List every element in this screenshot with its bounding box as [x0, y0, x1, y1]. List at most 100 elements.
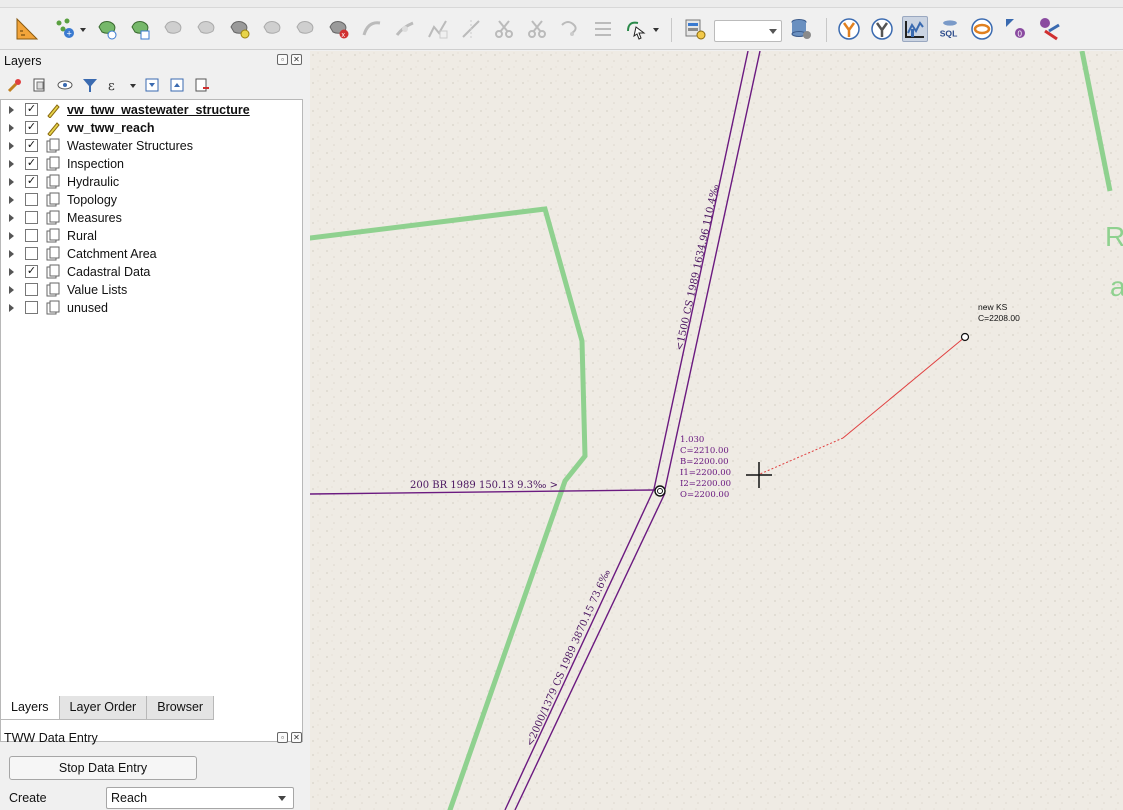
- measure-ruler-icon[interactable]: [14, 16, 40, 42]
- eye-visibility-icon[interactable]: [54, 75, 75, 96]
- layer-row-catchment-area[interactable]: Catchment Area: [1, 245, 302, 263]
- layer-row-hydraulic[interactable]: ✓ Hydraulic: [1, 173, 302, 191]
- layer-checkbox[interactable]: [25, 193, 38, 206]
- expand-arrow-icon[interactable]: [9, 178, 14, 186]
- group-icon: [45, 156, 61, 172]
- merge-disabled-icon[interactable]: [557, 16, 583, 42]
- expand-arrow-icon[interactable]: [9, 214, 14, 222]
- close-icon[interactable]: ✕: [291, 54, 302, 65]
- layer-row-value-lists[interactable]: Value Lists: [1, 281, 302, 299]
- layer-checkbox[interactable]: [25, 211, 38, 224]
- stop-data-entry-button[interactable]: Stop Data Entry: [9, 756, 197, 780]
- layer-checkbox[interactable]: ✓: [25, 157, 38, 170]
- tab-layer-order[interactable]: Layer Order: [58, 696, 148, 720]
- filter-expression-icon[interactable]: ε: [104, 75, 125, 96]
- tab-layers[interactable]: Layers: [0, 696, 60, 720]
- layer-label: Hydraulic: [67, 175, 120, 189]
- database-gear-icon[interactable]: [788, 16, 814, 42]
- polygon-disabled-icon[interactable]: [293, 16, 319, 42]
- polygon-fill-ring-icon[interactable]: [227, 16, 253, 42]
- expand-arrow-icon[interactable]: [9, 286, 14, 294]
- expand-arrow-icon[interactable]: [9, 268, 14, 276]
- filter-icon[interactable]: [79, 75, 100, 96]
- tab-browser[interactable]: Browser: [146, 696, 215, 720]
- map-layer: R a <1500 CS 1989 1634.96 110.4‰ <2000/1…: [310, 51, 1123, 810]
- node-label-outlet: O=2200.00: [680, 490, 729, 500]
- layer-row-cadastral-data[interactable]: ✓ Cadastral Data: [1, 263, 302, 281]
- expand-arrow-icon[interactable]: [9, 142, 14, 150]
- chevron-down-icon[interactable]: [129, 75, 137, 96]
- profile-chart-icon[interactable]: [902, 16, 928, 42]
- delete-ring-icon[interactable]: x: [326, 16, 352, 42]
- layer-row-unused[interactable]: unused: [1, 299, 302, 317]
- layer-row-inspection[interactable]: ✓ Inspection: [1, 155, 302, 173]
- expand-all-icon[interactable]: [141, 75, 162, 96]
- add-group-icon[interactable]: [29, 75, 50, 96]
- float-panel-icon[interactable]: ▫: [277, 54, 288, 65]
- layer-row-wastewater-structures[interactable]: ✓ Wastewater Structures: [1, 137, 302, 155]
- network-follow-icon[interactable]: [836, 16, 862, 42]
- toolbar-combo[interactable]: [714, 20, 782, 42]
- node-label-bottom: B=2200.00: [680, 457, 729, 467]
- polygon-edit-icon[interactable]: [95, 16, 121, 42]
- expand-arrow-icon[interactable]: [9, 160, 14, 168]
- polygon-disabled-icon[interactable]: [260, 16, 286, 42]
- style-brush-icon[interactable]: [4, 75, 25, 96]
- layer-checkbox[interactable]: [25, 283, 38, 296]
- add-feature-icon[interactable]: +: [52, 16, 78, 42]
- layer-checkbox[interactable]: ✓: [25, 103, 38, 116]
- scissors-disabled-icon[interactable]: [491, 16, 517, 42]
- layer-row-rural[interactable]: Rural: [1, 227, 302, 245]
- rotate-disabled-icon[interactable]: [590, 16, 616, 42]
- layer-tree[interactable]: ✓ vw_tww_wastewater_structure ✓ vw_tww_r…: [0, 99, 303, 742]
- layer-checkbox[interactable]: ✓: [25, 265, 38, 278]
- layer-checkbox[interactable]: ✓: [25, 121, 38, 134]
- collapse-all-icon[interactable]: [166, 75, 187, 96]
- float-panel-icon[interactable]: ▫: [277, 732, 288, 743]
- polygon-disabled-icon[interactable]: [194, 16, 220, 42]
- expand-arrow-icon[interactable]: [9, 304, 14, 312]
- create-label: Create: [9, 791, 47, 805]
- group-icon: [45, 300, 61, 316]
- offset-curve-disabled-icon[interactable]: [392, 16, 418, 42]
- layer-checkbox[interactable]: [25, 301, 38, 314]
- layer-row-reach[interactable]: ✓ vw_tww_reach: [1, 119, 302, 137]
- layers-panel-title: Layers: [4, 54, 42, 68]
- polygon-disabled-icon[interactable]: [161, 16, 187, 42]
- layer-row-topology[interactable]: Topology: [1, 191, 302, 209]
- expand-arrow-icon[interactable]: [9, 250, 14, 258]
- expand-arrow-icon[interactable]: [9, 196, 14, 204]
- expand-arrow-icon[interactable]: [9, 106, 14, 114]
- layer-row-wastewater-structure[interactable]: ✓ vw_tww_wastewater_structure: [1, 101, 302, 119]
- svg-text:SQL: SQL: [940, 29, 958, 39]
- chevron-down-icon[interactable]: [78, 16, 88, 42]
- select-vertex-icon[interactable]: [623, 16, 649, 42]
- layer-checkbox[interactable]: ✓: [25, 139, 38, 152]
- layer-checkbox[interactable]: [25, 247, 38, 260]
- network-upstream-icon[interactable]: [869, 16, 895, 42]
- expand-arrow-icon[interactable]: [9, 232, 14, 240]
- simplify-disabled-icon[interactable]: [425, 16, 451, 42]
- manhole-node-symbol[interactable]: [654, 485, 666, 497]
- layer-row-measures[interactable]: Measures: [1, 209, 302, 227]
- chevron-down-icon[interactable]: [651, 16, 661, 42]
- polygon-move-icon[interactable]: [128, 16, 154, 42]
- link-tool-icon[interactable]: [969, 16, 995, 42]
- scissors-disabled-icon[interactable]: [524, 16, 550, 42]
- reshape-disabled-icon[interactable]: [359, 16, 385, 42]
- reverse-flow-icon[interactable]: [1036, 16, 1062, 42]
- layer-checkbox[interactable]: [25, 229, 38, 242]
- new-ks-point[interactable]: [960, 332, 970, 342]
- split-disabled-icon[interactable]: [458, 16, 484, 42]
- layer-label: Catchment Area: [67, 247, 157, 261]
- map-canvas[interactable]: R a <1500 CS 1989 1634.96 110.4‰ <2000/1…: [310, 51, 1123, 810]
- layer-label: vw_tww_reach: [67, 121, 155, 135]
- expand-arrow-icon[interactable]: [9, 124, 14, 132]
- remove-layer-icon[interactable]: [191, 75, 212, 96]
- swap-direction-icon[interactable]: 0: [1003, 16, 1029, 42]
- database-settings-icon[interactable]: [682, 16, 708, 42]
- close-icon[interactable]: ✕: [291, 732, 302, 743]
- create-select[interactable]: Reach: [106, 787, 294, 809]
- sql-icon[interactable]: SQL: [936, 16, 964, 42]
- layer-checkbox[interactable]: ✓: [25, 175, 38, 188]
